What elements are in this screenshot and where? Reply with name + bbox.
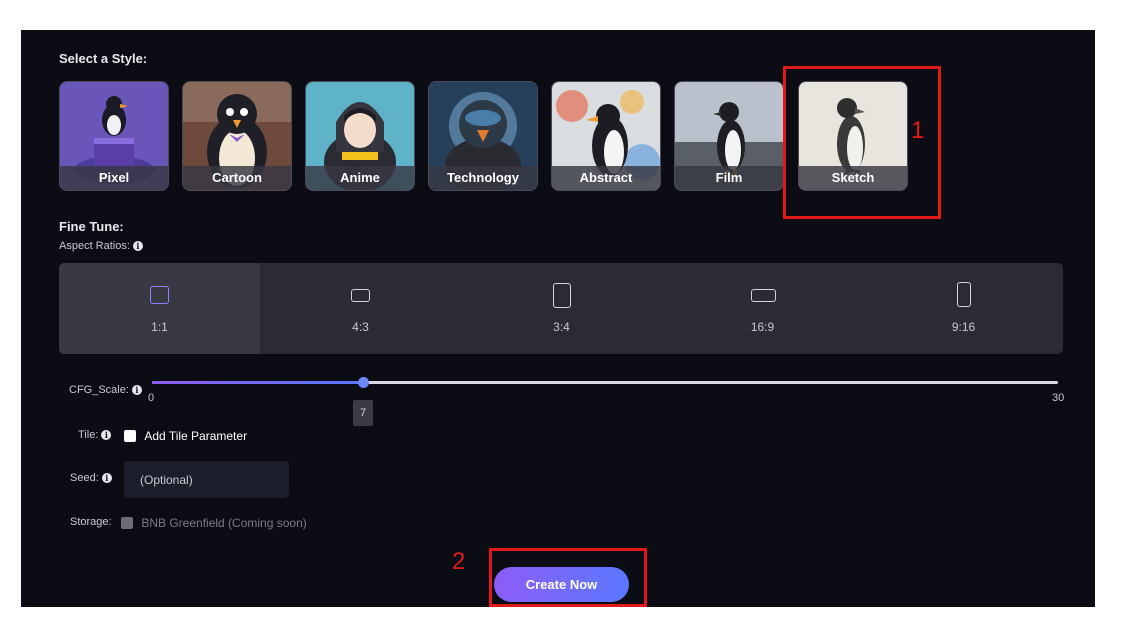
- aspect-ratio-text: Aspect Ratios:: [59, 240, 130, 252]
- slider-max-label: 30: [1052, 392, 1065, 404]
- storage-option: BNB Greenfield (Coming soon): [121, 515, 307, 530]
- tile-label: Tile: i: [78, 429, 112, 441]
- tile-option-label: Add Tile Parameter: [144, 428, 248, 443]
- ratio-label: 4:3: [352, 320, 369, 334]
- style-card-pixel[interactable]: Pixel: [59, 81, 169, 191]
- seed-label: Seed: i: [70, 472, 112, 484]
- tall-ratio-icon: [957, 282, 971, 307]
- landscape-ratio-icon: [351, 289, 370, 302]
- style-card-cartoon[interactable]: Cartoon: [182, 81, 292, 191]
- style-label-cartoon: Cartoon: [183, 166, 291, 190]
- info-icon[interactable]: i: [101, 430, 112, 441]
- aspect-ratio-selector: 1:1 4:3 3:4 16:9 9:16: [59, 263, 1063, 354]
- style-label-pixel: Pixel: [60, 166, 168, 190]
- ratio-label: 16:9: [750, 320, 775, 334]
- slider-fill: [152, 381, 364, 384]
- ratio-label: 1:1: [151, 320, 168, 334]
- aspect-ratio-label: Aspect Ratios: i: [59, 240, 143, 252]
- ratio-option-3-4[interactable]: 3:4: [461, 263, 662, 354]
- ratio-label: 3:4: [553, 320, 570, 334]
- ratio-option-4-3[interactable]: 4:3: [260, 263, 461, 354]
- style-label-film: Film: [675, 166, 783, 190]
- tile-checkbox[interactable]: [124, 429, 136, 442]
- storage-checkbox: [121, 516, 133, 529]
- style-label-technology: Technology: [429, 166, 537, 190]
- slider-min-label: 0: [148, 392, 155, 404]
- square-ratio-icon: [150, 286, 169, 304]
- widescreen-ratio-icon: [751, 289, 776, 302]
- ratio-option-9-16[interactable]: 9:16: [863, 263, 1063, 354]
- info-icon[interactable]: i: [131, 385, 142, 396]
- seed-text: Seed:: [70, 472, 99, 484]
- tile-option[interactable]: Add Tile Parameter: [124, 428, 247, 443]
- tile-text: Tile:: [78, 429, 99, 441]
- slider-thumb[interactable]: [358, 377, 370, 388]
- style-card-anime[interactable]: Anime: [305, 81, 415, 191]
- info-icon[interactable]: i: [101, 473, 112, 484]
- fine-tune-label: Fine Tune:: [59, 219, 124, 234]
- ratio-option-16-9[interactable]: 16:9: [662, 263, 863, 354]
- style-card-technology[interactable]: Technology: [428, 81, 538, 191]
- style-label-abstract: Abstract: [552, 166, 660, 190]
- storage-option-label: BNB Greenfield (Coming soon): [141, 515, 307, 530]
- storage-label: Storage:: [70, 516, 112, 528]
- slider-value-tooltip: 7: [353, 400, 373, 426]
- annotation-number-one: 1: [911, 117, 925, 144]
- ratio-option-1-1[interactable]: 1:1: [59, 263, 260, 354]
- info-icon[interactable]: i: [132, 241, 143, 252]
- cfg-scale-label: CFG_Scale: i: [69, 384, 142, 396]
- style-card-abstract[interactable]: Abstract: [551, 81, 661, 191]
- portrait-ratio-icon: [553, 283, 571, 308]
- select-style-label: Select a Style:: [59, 51, 148, 66]
- style-card-film[interactable]: Film: [674, 81, 784, 191]
- cfg-scale-slider[interactable]: [152, 377, 1058, 388]
- annotation-number-two: 2: [452, 548, 466, 575]
- annotation-box-create: [489, 548, 647, 607]
- cfg-scale-text: CFG_Scale:: [69, 384, 129, 396]
- seed-input[interactable]: [124, 461, 289, 498]
- ratio-label: 9:16: [951, 320, 976, 334]
- style-label-anime: Anime: [306, 166, 414, 190]
